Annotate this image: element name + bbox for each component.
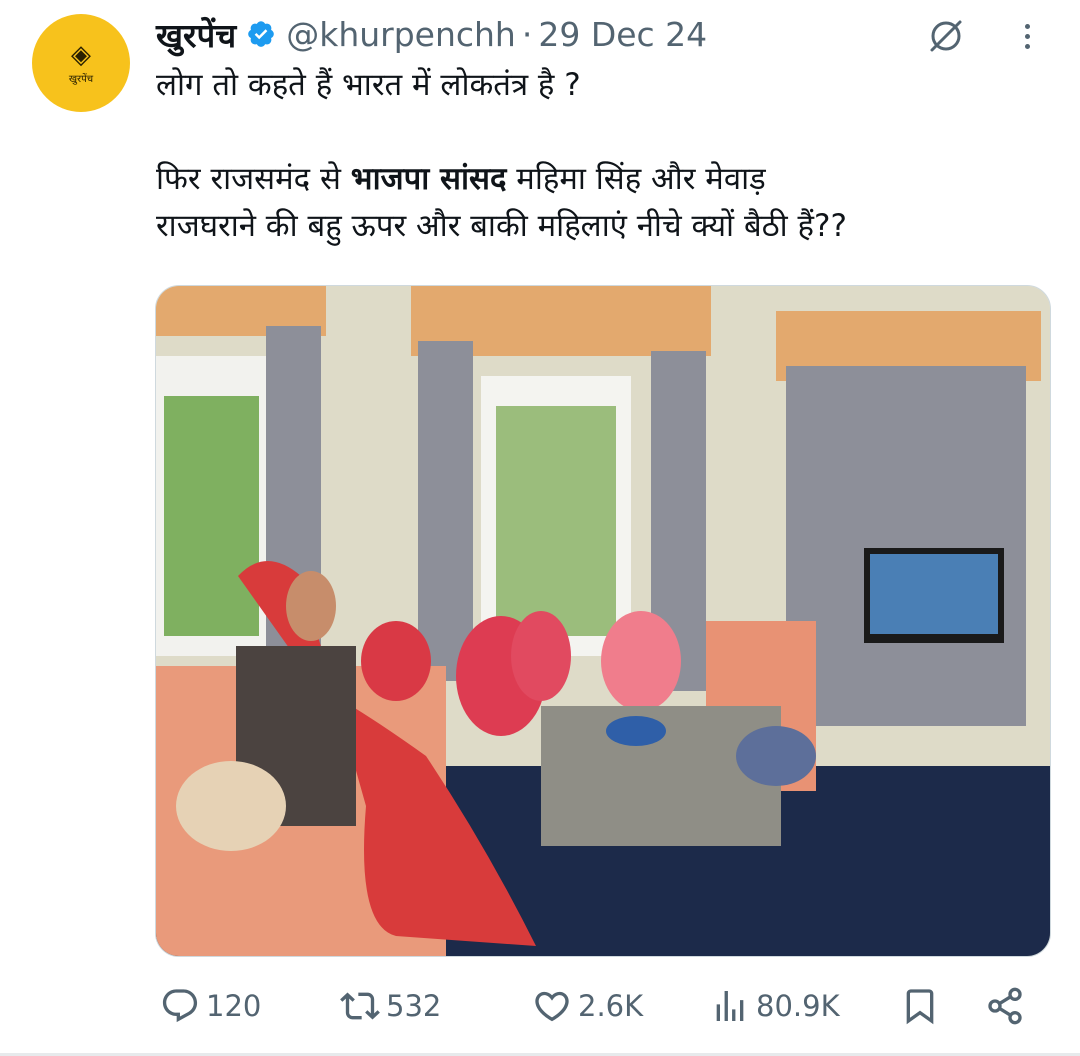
reply-count: 120 [206,989,262,1023]
views-count: 80.9K [756,989,840,1023]
share-icon [988,987,1022,1025]
author-handle[interactable]: @khurpenchh [286,15,516,54]
tweet-line-3: राजघराने की बहु ऊपर और बाकी महिलाएं नीचे… [156,208,847,244]
retweet-icon [340,992,380,1020]
verified-badge-icon [248,21,275,47]
tweet-photo[interactable] [155,285,1051,957]
like-count: 2.6K [578,989,644,1023]
avatar[interactable]: ◈ खुरपेंच [32,14,130,112]
views-button[interactable]: 80.9K [710,980,840,1032]
views-icon [716,991,744,1021]
share-button[interactable] [985,980,1025,1032]
bookmark-icon [906,989,934,1025]
bookmark-button[interactable] [900,980,940,1032]
reply-icon [162,989,198,1023]
retweet-count: 532 [386,989,442,1023]
tweet-header: खुरपेंच @khurpenchh · 29 Dec 24 [156,12,707,56]
action-bar: 120 532 2.6K 80.9K [160,980,1030,1032]
logo-mark-icon: ◈ [71,39,91,70]
author-name[interactable]: खुरपेंच [156,12,236,57]
like-icon [535,991,569,1022]
tweet-line-1: लोग तो कहते हैं भारत में लोकतंत्र है ? [156,67,581,103]
more-icon[interactable] [1012,14,1042,58]
grok-icon[interactable] [924,14,968,58]
reply-button[interactable]: 120 [160,980,261,1032]
separator-dot: · [521,14,533,54]
tweet-text: लोग तो कहते हैं भारत में लोकतंत्र है ? फ… [156,62,1056,250]
bold-phrase: भाजपा सांसद [350,161,507,197]
room-photo-illustration [156,286,1050,956]
tweet-date[interactable]: 29 Dec 24 [538,15,707,54]
avatar-label: खुरपेंच [68,73,94,85]
tweet-line-2: फिर राजसमंद से भाजपा सांसद महिमा सिंह और… [156,161,766,197]
retweet-button[interactable]: 532 [340,980,441,1032]
like-button[interactable]: 2.6K [532,980,643,1032]
